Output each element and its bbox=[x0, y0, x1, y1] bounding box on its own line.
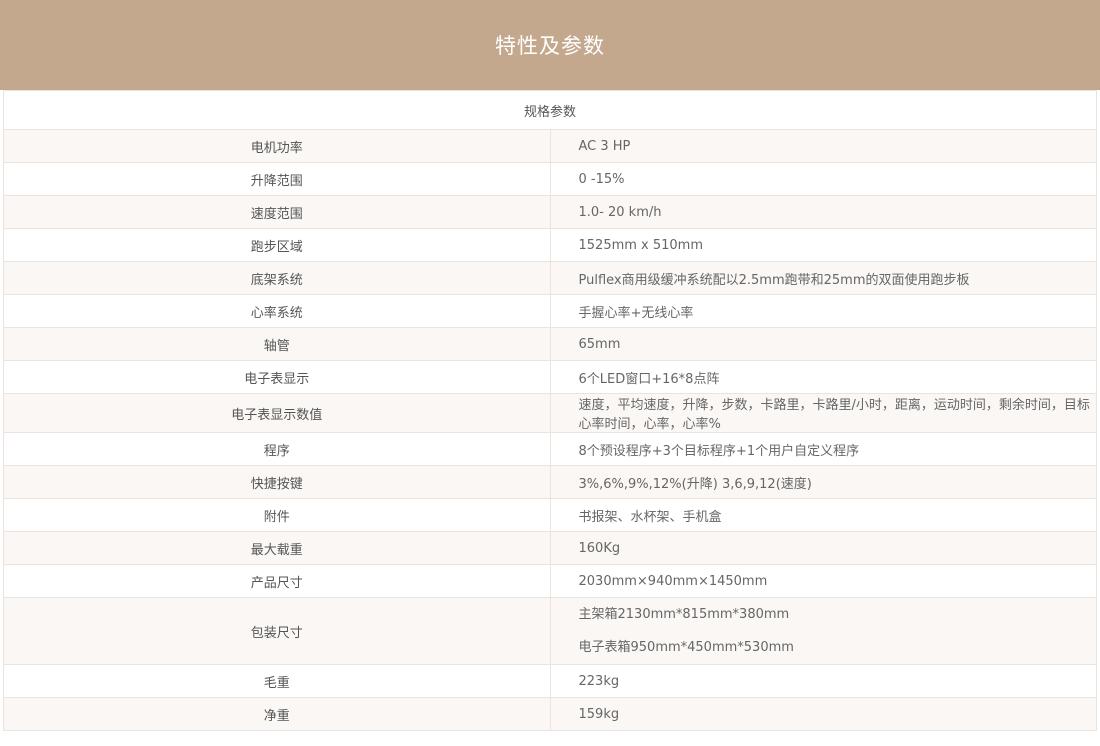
table-row: 产品尺寸 2030mm×940mm×1450mm bbox=[3, 564, 1097, 598]
spec-value: 1525mm x 510mm bbox=[549, 228, 1097, 262]
table-row: 升降范围 0 -15% bbox=[3, 162, 1097, 196]
spec-label: 电机功率 bbox=[3, 129, 551, 163]
spec-label: 快捷按键 bbox=[3, 465, 551, 499]
spec-label: 跑步区域 bbox=[3, 228, 551, 262]
table-row: 电子表显示数值 速度，平均速度，升降，步数，卡路里，卡路里/小时，距离，运动时间，… bbox=[3, 393, 1097, 433]
spec-value-line: 电子表箱950mm*450mm*530mm bbox=[578, 640, 794, 655]
table-row: 电机功率 AC 3 HP bbox=[3, 129, 1097, 163]
section-title: 特性及参数 bbox=[495, 34, 605, 58]
table-caption-row: 规格参数 bbox=[3, 90, 1097, 130]
spec-label: 毛重 bbox=[3, 664, 551, 698]
section-header: 特性及参数 bbox=[0, 0, 1100, 90]
spec-label: 最大载重 bbox=[3, 531, 551, 565]
table-row: 最大载重 160Kg bbox=[3, 531, 1097, 565]
spec-value: 0 -15% bbox=[549, 162, 1097, 196]
table-row: 毛重 223kg bbox=[3, 664, 1097, 698]
spec-value: 手握心率+无线心率 bbox=[549, 294, 1097, 328]
spec-label: 包装尺寸 bbox=[3, 597, 551, 665]
table-row: 轴管 65mm bbox=[3, 327, 1097, 361]
spec-label: 底架系统 bbox=[3, 261, 551, 295]
table-row: 电子表显示 6个LED窗口+16*8点阵 bbox=[3, 360, 1097, 394]
table-row: 快捷按键 3%,6%,9%,12%(升降) 3,6,9,12(速度) bbox=[3, 465, 1097, 499]
spec-value: 2030mm×940mm×1450mm bbox=[549, 564, 1097, 598]
spec-value: 160Kg bbox=[549, 531, 1097, 565]
table-row: 心率系统 手握心率+无线心率 bbox=[3, 294, 1097, 328]
spec-value: 速度，平均速度，升降，步数，卡路里，卡路里/小时，距离，运动时间，剩余时间，目标… bbox=[549, 393, 1097, 433]
spec-label: 程序 bbox=[3, 432, 551, 466]
spec-value-line: 主架箱2130mm*815mm*380mm bbox=[578, 607, 790, 622]
table-row: 程序 8个预设程序+3个目标程序+1个用户自定义程序 bbox=[3, 432, 1097, 466]
spec-label: 电子表显示 bbox=[3, 360, 551, 394]
spec-table: 规格参数 电机功率 AC 3 HP 升降范围 0 -15% 速度范围 1.0- 20 km… bbox=[3, 90, 1097, 731]
spec-label: 心率系统 bbox=[3, 294, 551, 328]
spec-value: 3%,6%,9%,12%(升降) 3,6,9,12(速度) bbox=[549, 465, 1097, 499]
table-row: 净重 159kg bbox=[3, 697, 1097, 731]
table-row: 跑步区域 1525mm x 510mm bbox=[3, 228, 1097, 262]
table-row: 包装尺寸 主架箱2130mm*815mm*380mm 电子表箱950mm*450mm… bbox=[3, 597, 1097, 665]
spec-label: 附件 bbox=[3, 498, 551, 532]
spec-value: 8个预设程序+3个目标程序+1个用户自定义程序 bbox=[549, 432, 1097, 466]
spec-value: AC 3 HP bbox=[549, 129, 1097, 163]
spec-value: 主架箱2130mm*815mm*380mm 电子表箱950mm*450mm*530… bbox=[549, 597, 1097, 665]
spec-label: 轴管 bbox=[3, 327, 551, 361]
spec-value: 1.0- 20 km/h bbox=[549, 195, 1097, 229]
spec-value: Pulflex商用级缓冲系统配以2.5mm跑带和25mm的双面使用跑步板 bbox=[549, 261, 1097, 295]
spec-label: 电子表显示数值 bbox=[3, 393, 551, 433]
spec-value: 223kg bbox=[549, 664, 1097, 698]
spec-label: 产品尺寸 bbox=[3, 564, 551, 598]
spec-value: 6个LED窗口+16*8点阵 bbox=[549, 360, 1097, 394]
spec-value: 159kg bbox=[549, 697, 1097, 731]
spec-value: 书报架、水杯架、手机盒 bbox=[549, 498, 1097, 532]
spec-label: 速度范围 bbox=[3, 195, 551, 229]
spec-label: 净重 bbox=[3, 697, 551, 731]
spec-value: 65mm bbox=[549, 327, 1097, 361]
table-row: 附件 书报架、水杯架、手机盒 bbox=[3, 498, 1097, 532]
table-caption: 规格参数 bbox=[3, 90, 1097, 130]
spec-label: 升降范围 bbox=[3, 162, 551, 196]
table-row: 底架系统 Pulflex商用级缓冲系统配以2.5mm跑带和25mm的双面使用跑步板 bbox=[3, 261, 1097, 295]
table-row: 速度范围 1.0- 20 km/h bbox=[3, 195, 1097, 229]
